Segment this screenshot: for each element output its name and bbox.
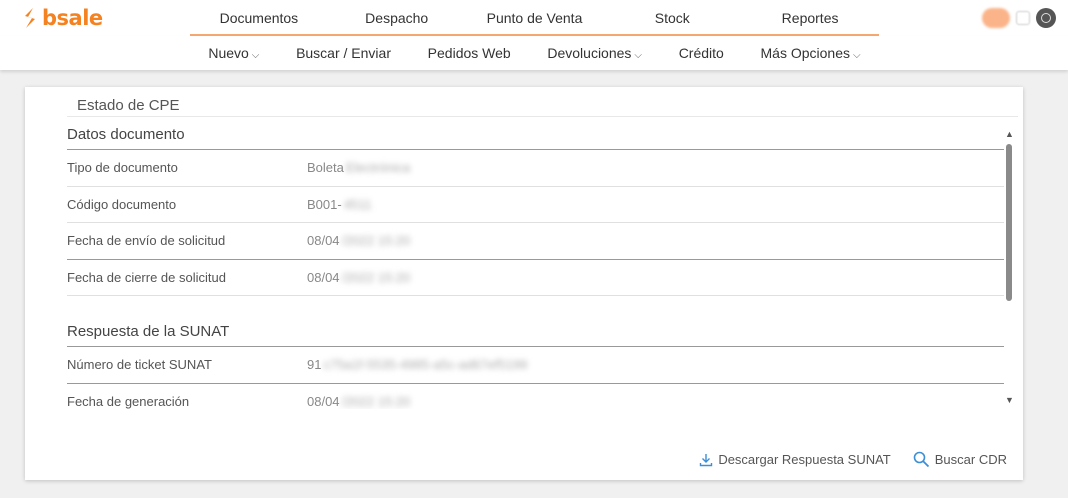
brand-name: bsale	[42, 6, 103, 30]
row-value: 08/04/2022 15:20	[307, 233, 410, 248]
row-label: Código documento	[67, 196, 177, 212]
sub-nav-devoluciones[interactable]: Devoluciones ⌵	[547, 36, 642, 70]
sub-nav-label: Crédito	[678, 45, 724, 61]
scrollbar[interactable]: ▲ ▼	[1003, 129, 1015, 405]
sub-nav-label: Nuevo	[208, 45, 249, 61]
row-value: 08/04/2022 15:20	[307, 270, 410, 285]
detail-row: Fecha de cierre de solicitud 08/04/2022 …	[67, 260, 1004, 296]
sub-nav-credito[interactable]: Crédito	[679, 36, 724, 70]
sub-nav-pedidos-web[interactable]: Pedidos Web	[428, 36, 511, 70]
download-icon	[700, 453, 713, 466]
sub-nav-label: Pedidos Web	[427, 45, 511, 61]
redacted-text: 4511	[343, 196, 372, 212]
download-label: Descargar Respuesta SUNAT	[718, 452, 891, 467]
brand-logo[interactable]: bsale	[22, 6, 103, 30]
notification-badge[interactable]	[982, 8, 1010, 28]
nav-reportes[interactable]: Reportes	[741, 0, 879, 34]
row-value: Boleta Electrónica	[307, 160, 410, 175]
value-text: 91	[307, 357, 322, 373]
top-bar: bsale Documentos Despacho Punto de Venta…	[0, 0, 1068, 36]
chevron-down-icon: ⌵	[852, 50, 861, 61]
user-avatar-icon[interactable]	[1036, 8, 1056, 28]
nav-despacho[interactable]: Despacho	[328, 0, 466, 34]
logo-icon	[25, 8, 35, 28]
sub-nav-nuevo[interactable]: Nuevo ⌵	[208, 36, 259, 70]
search-icon	[913, 451, 929, 468]
scroll-down-icon[interactable]: ▼	[1005, 395, 1014, 405]
redacted-text: /2022 15:20	[341, 233, 411, 249]
section-title-respuesta-sunat: Respuesta de la SUNAT	[67, 316, 1004, 347]
value-text: B001-	[307, 196, 342, 212]
detail-row: Fecha de generación 08/04/2022 15:20	[67, 384, 1004, 410]
nav-stock[interactable]: Stock	[603, 0, 741, 34]
scrollbar-thumb[interactable]	[1006, 144, 1012, 301]
detail-row: Fecha de envío de solicitud 08/04/2022 1…	[67, 223, 1004, 260]
redacted-text: /2022 15:20	[341, 269, 411, 285]
scroll-up-icon[interactable]: ▲	[1005, 129, 1014, 139]
sub-nav-label: Devoluciones	[547, 45, 632, 61]
help-icon[interactable]	[1016, 11, 1030, 25]
primary-nav: Documentos Despacho Punto de Venta Stock…	[190, 0, 879, 36]
row-value: 91 c75a1f-5535-4985-a5c-ad67ef5199	[307, 357, 527, 372]
value-text: 08/04	[307, 269, 340, 285]
row-value: 08/04/2022 15:20	[307, 394, 410, 409]
chevron-down-icon: ⌵	[634, 50, 643, 61]
row-label: Número de ticket SUNAT	[67, 357, 212, 373]
sub-nav-bar: Nuevo ⌵ Buscar / Enviar Pedidos Web Devol…	[0, 36, 1068, 70]
panel-title: Estado de CPE	[77, 97, 180, 114]
detail-row: Tipo de documento Boleta Electrónica	[67, 150, 1004, 187]
row-label: Fecha de envío de solicitud	[67, 233, 226, 249]
sub-nav: Nuevo ⌵ Buscar / Enviar Pedidos Web Devol…	[190, 36, 879, 70]
panel-actions: Descargar Respuesta SUNAT Buscar CDR	[699, 451, 1007, 468]
cpe-status-panel: Estado de CPE Datos documento Tipo de do…	[25, 87, 1023, 480]
nav-documentos[interactable]: Documentos	[190, 0, 328, 34]
search-cdr-button[interactable]: Buscar CDR	[913, 451, 1007, 468]
row-label: Fecha de generación	[67, 393, 190, 409]
row-label: Tipo de documento	[67, 160, 178, 176]
nav-punto-de-venta[interactable]: Punto de Venta	[466, 0, 604, 34]
search-cdr-label: Buscar CDR	[934, 452, 1007, 467]
value-text: 08/04	[307, 233, 340, 249]
sub-nav-mas-opciones[interactable]: Más Opciones ⌵	[761, 36, 861, 70]
chevron-down-icon: ⌵	[251, 50, 260, 61]
sub-nav-buscar-enviar[interactable]: Buscar / Enviar	[296, 36, 391, 70]
row-value: B001- 4511	[307, 197, 372, 212]
redacted-text: c75a1f-5535-4985-a5c-ad67ef5199	[323, 357, 528, 373]
details-scroll-area[interactable]: Datos documento Tipo de documento Boleta…	[67, 119, 1017, 409]
value-text: 08/04	[307, 393, 340, 409]
top-right-controls	[982, 8, 1056, 28]
detail-row: Código documento B001- 4511	[67, 187, 1004, 223]
download-response-button[interactable]: Descargar Respuesta SUNAT	[699, 451, 891, 468]
detail-row: Número de ticket SUNAT 91 c75a1f-5535-498…	[67, 347, 1004, 384]
redacted-text: Electrónica	[345, 160, 411, 176]
sub-nav-label: Más Opciones	[760, 45, 850, 61]
value-text: Boleta	[307, 160, 344, 176]
redacted-text: /2022 15:20	[341, 393, 411, 409]
sub-nav-label: Buscar / Enviar	[296, 45, 391, 61]
divider	[67, 116, 1018, 117]
section-title-datos-documento: Datos documento	[67, 119, 1004, 150]
row-label: Fecha de cierre de solicitud	[67, 269, 226, 285]
